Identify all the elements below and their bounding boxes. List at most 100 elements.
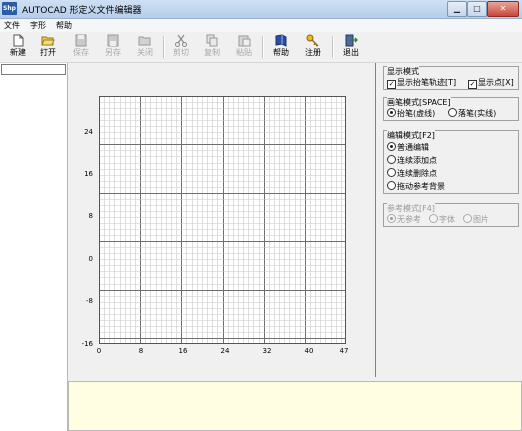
ref-font-radio[interactable]: 字体 [429, 214, 455, 225]
help-label: 帮助 [273, 48, 289, 57]
x-tick-label: 8 [138, 347, 144, 355]
pen-down-label: 落笔(实线) [458, 109, 497, 118]
cut-label: 剪切 [173, 48, 189, 57]
new-button[interactable]: 新建 [3, 34, 33, 61]
close-file-button[interactable]: 关闭 [130, 34, 160, 61]
pen-down-radio[interactable]: 落笔(实线) [448, 108, 496, 119]
display-mode-title: 显示模式 [387, 66, 419, 77]
pen-up-radio[interactable]: 抬笔(虚线) [387, 108, 435, 119]
paste-icon [238, 35, 251, 47]
close-folder-icon [138, 36, 151, 46]
pen-mode-group: 画笔模式[SPACE] 抬笔(虚线) 落笔(实线) [383, 97, 519, 121]
edit-normal-label: 普通编辑 [397, 143, 429, 152]
x-tick-label: 40 [304, 347, 314, 355]
toolbar-separator [332, 36, 334, 58]
y-tick-label: 8 [88, 212, 93, 220]
y-tick-label: 24 [84, 128, 93, 136]
ref-none-radio[interactable]: 无参考 [387, 214, 421, 225]
display-mode-group: 显示模式 ✓ 显示抬笔轨迹[T] ✓ 显示点[X] [383, 66, 519, 90]
edit-mode-title: 编辑模式[F2] [387, 130, 435, 141]
radio-unselected-icon [387, 168, 396, 177]
glyph-search-input[interactable] [1, 64, 66, 75]
y-tick-label: -16 [81, 340, 93, 348]
show-pen-trace-label: 显示抬笔轨迹[T] [397, 78, 457, 87]
open-label: 打开 [40, 48, 56, 57]
ref-image-radio[interactable]: 图片 [463, 214, 489, 225]
close-button[interactable]: ✕ [487, 1, 519, 17]
edit-grid[interactable] [99, 96, 346, 344]
radio-selected-icon [387, 108, 396, 117]
radio-selected-icon [387, 214, 396, 223]
radio-unselected-icon [387, 155, 396, 164]
help-book-icon [275, 34, 287, 47]
toolbar-separator [163, 36, 165, 58]
edit-delete-points-radio[interactable]: 连续删除点 [387, 168, 437, 179]
new-label: 新建 [10, 48, 26, 57]
x-tick-label: 24 [220, 347, 230, 355]
toolbar-separator [262, 36, 264, 58]
edit-mode-group: 编辑模式[F2] 普通编辑 连续添加点 连续删除点 拖动参考背景 [383, 130, 519, 194]
show-points-checkbox[interactable]: ✓ 显示点[X] [468, 77, 514, 89]
reference-mode-group: 参考模式[F4] 无参考 字体 图片 [383, 203, 519, 227]
open-button[interactable]: 打开 [33, 34, 63, 61]
save-as-label: 另存 [105, 48, 121, 57]
grid-border [99, 96, 346, 344]
glyph-list-panel[interactable] [0, 63, 68, 431]
menu-help[interactable]: 帮助 [56, 20, 72, 31]
ref-none-label: 无参考 [397, 215, 421, 224]
checkbox-checked-icon: ✓ [468, 80, 477, 89]
edit-drag-background-label: 拖动参考背景 [397, 182, 445, 191]
paste-button[interactable]: 粘贴 [229, 34, 259, 61]
x-tick-label: 16 [178, 347, 188, 355]
register-button[interactable]: 注册 [298, 34, 328, 61]
exit-label: 退出 [343, 48, 359, 57]
copy-label: 复制 [204, 48, 220, 57]
x-tick-label: 32 [262, 347, 272, 355]
cut-button[interactable]: 剪切 [166, 34, 196, 61]
checkbox-checked-icon: ✓ [387, 80, 396, 89]
save-as-button[interactable]: 另存 [98, 34, 128, 61]
menu-file[interactable]: 文件 [4, 20, 20, 31]
x-tick-label: 0 [96, 347, 102, 355]
new-file-icon [13, 34, 24, 47]
options-panel: 显示模式 ✓ 显示抬笔轨迹[T] ✓ 显示点[X] 画笔模式[SPACE] 抬笔(虚… [376, 63, 522, 377]
radio-unselected-icon [448, 108, 457, 117]
canvas-area: 24 16 8 0 -8 -16 0 8 16 24 32 40 47 [68, 63, 376, 377]
y-tick-label: 16 [84, 170, 93, 178]
copy-button[interactable]: 复制 [197, 34, 227, 61]
key-icon [306, 34, 319, 47]
shape-code-textarea[interactable] [68, 381, 522, 431]
x-tick-label: 47 [339, 347, 349, 355]
show-points-label: 显示点[X] [478, 78, 514, 87]
maximize-button[interactable]: □ [467, 1, 487, 17]
y-tick-label: 0 [88, 255, 93, 263]
close-file-label: 关闭 [137, 48, 153, 57]
paste-label: 粘贴 [236, 48, 252, 57]
save-as-icon [107, 34, 119, 47]
toolbar: 新建 打开 保存 另存 关闭 剪切 复制 粘贴 帮助 注册 退出 [0, 32, 522, 63]
exit-button[interactable]: 退出 [336, 34, 366, 61]
pen-up-label: 抬笔(虚线) [397, 109, 436, 118]
copy-icon [206, 34, 218, 47]
radio-selected-icon [387, 142, 396, 151]
edit-add-points-radio[interactable]: 连续添加点 [387, 155, 437, 166]
ref-font-label: 字体 [439, 215, 455, 224]
menu-glyph[interactable]: 字形 [30, 20, 46, 31]
radio-unselected-icon [387, 181, 396, 190]
reference-mode-title: 参考模式[F4] [387, 203, 435, 214]
ref-image-label: 图片 [473, 215, 489, 224]
edit-add-points-label: 连续添加点 [397, 156, 437, 165]
edit-normal-radio[interactable]: 普通编辑 [387, 142, 429, 153]
save-button[interactable]: 保存 [66, 34, 96, 61]
edit-drag-background-radio[interactable]: 拖动参考背景 [387, 181, 445, 192]
edit-delete-points-label: 连续删除点 [397, 169, 437, 178]
minimize-button[interactable]: ▁ [447, 1, 467, 17]
window-title: AUTOCAD 形定义文件编辑器 [22, 6, 142, 16]
y-tick-label: -8 [86, 297, 93, 305]
pen-mode-title: 画笔模式[SPACE] [387, 97, 451, 108]
open-folder-icon [41, 36, 55, 46]
exit-icon [345, 34, 358, 47]
help-button[interactable]: 帮助 [266, 34, 296, 61]
show-pen-trace-checkbox[interactable]: ✓ 显示抬笔轨迹[T] [387, 77, 456, 89]
save-label: 保存 [73, 48, 89, 57]
